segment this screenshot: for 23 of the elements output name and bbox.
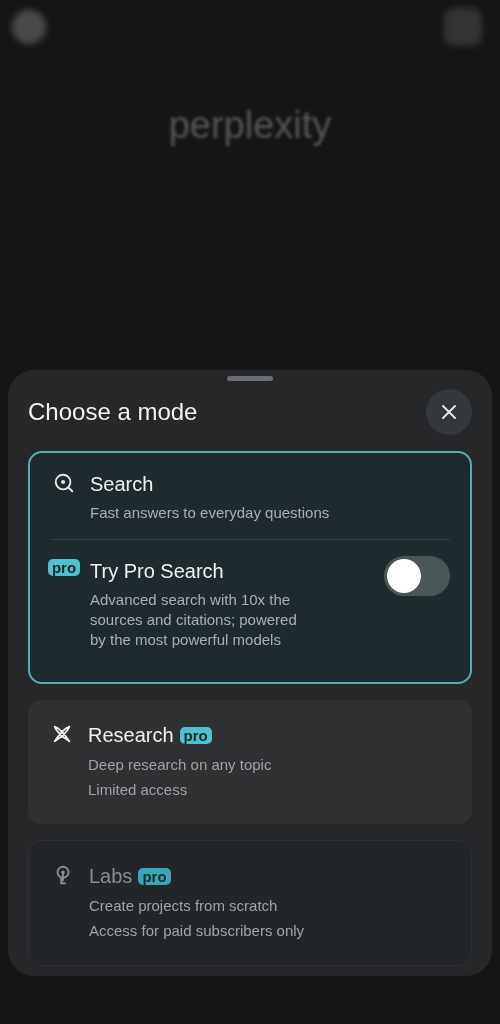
avatar-icon bbox=[12, 10, 46, 44]
search-icon bbox=[53, 472, 75, 494]
mode-title: Labs bbox=[89, 864, 133, 889]
app-logo: perplexity bbox=[168, 102, 332, 148]
mode-description: Deep research on any topic bbox=[88, 755, 273, 775]
pro-badge: pro bbox=[138, 867, 171, 885]
mode-title: Search bbox=[90, 472, 155, 497]
atom-icon bbox=[51, 723, 73, 745]
mode-card[interactable]: Research pro Deep research on any topic Limited access bbox=[28, 700, 472, 824]
pro-badge: pro bbox=[179, 726, 212, 744]
sheet-title: Choose a mode bbox=[28, 397, 198, 427]
mode-title: Try Pro Search bbox=[90, 559, 225, 584]
mode-description: Create projects from scratch bbox=[89, 896, 279, 916]
pro-badge: pro bbox=[47, 559, 81, 576]
mode-group-card[interactable]: Search Fast answers to everyday questions pro Try Pro Search Advanced search with 10x the sources and citations; powered by the most powerful models bbox=[28, 451, 472, 684]
mode-description: Fast answers to everyday questions bbox=[90, 503, 331, 523]
close-button[interactable] bbox=[426, 389, 472, 435]
close-icon bbox=[441, 404, 457, 420]
toggle-switch[interactable] bbox=[384, 556, 450, 596]
mode-description: Access for paid subscribers only bbox=[89, 921, 306, 941]
mode-description: Advanced search with 10x the sources and citations; powered by the most powerful models bbox=[90, 590, 298, 650]
mode-title: Research bbox=[88, 723, 174, 748]
mode-description: Limited access bbox=[88, 780, 189, 800]
